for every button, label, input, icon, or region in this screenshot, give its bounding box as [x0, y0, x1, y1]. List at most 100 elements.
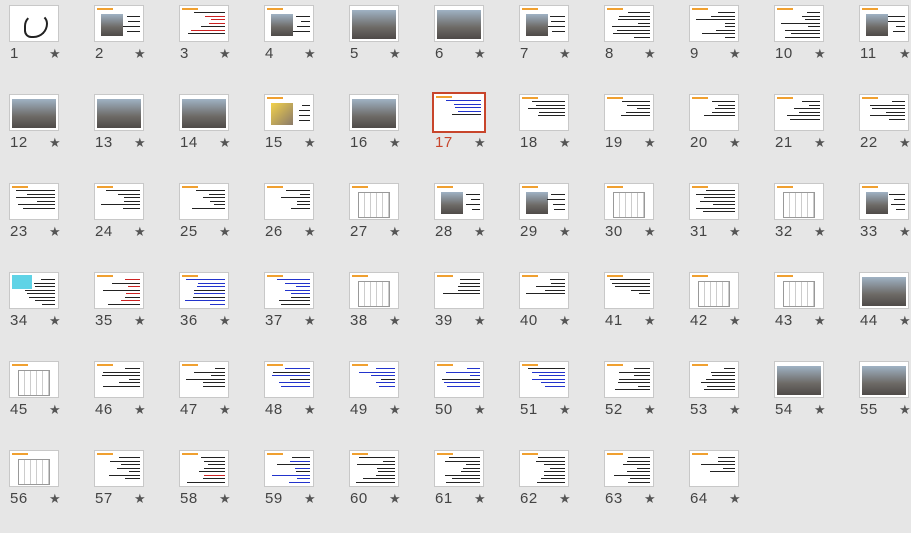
slide-thumbnail-12[interactable]: 12 ★ — [0, 89, 85, 177]
slide-preview[interactable] — [349, 272, 399, 309]
star-icon[interactable]: ★ — [729, 402, 741, 418]
slide-preview[interactable] — [94, 272, 144, 309]
star-icon[interactable]: ★ — [729, 46, 741, 62]
slide-thumbnail-37[interactable]: 37 ★ — [255, 267, 340, 355]
star-icon[interactable]: ★ — [49, 46, 61, 62]
slide-preview[interactable] — [264, 94, 314, 131]
star-icon[interactable]: ★ — [814, 313, 826, 329]
slide-thumbnail-9[interactable]: 9 ★ — [680, 0, 765, 88]
slide-preview[interactable] — [94, 450, 144, 487]
slide-preview[interactable] — [9, 272, 59, 309]
slide-preview[interactable] — [434, 5, 484, 42]
slide-thumbnail-46[interactable]: 46 ★ — [85, 356, 170, 444]
slide-thumbnail-50[interactable]: 50 ★ — [425, 356, 510, 444]
slide-thumbnail-31[interactable]: 31 ★ — [680, 178, 765, 266]
slide-preview[interactable] — [94, 94, 144, 131]
slide-preview[interactable] — [519, 272, 569, 309]
star-icon[interactable]: ★ — [899, 135, 911, 151]
slide-preview[interactable] — [689, 94, 739, 131]
slide-preview[interactable] — [179, 272, 229, 309]
star-icon[interactable]: ★ — [474, 224, 486, 240]
slide-preview[interactable] — [9, 5, 59, 42]
star-icon[interactable]: ★ — [899, 224, 911, 240]
slide-thumbnail-27[interactable]: 27 ★ — [340, 178, 425, 266]
slide-preview[interactable] — [434, 272, 484, 309]
star-icon[interactable]: ★ — [134, 135, 146, 151]
slide-preview[interactable] — [349, 183, 399, 220]
slide-thumbnail-4[interactable]: 4 ★ — [255, 0, 340, 88]
slide-preview[interactable] — [264, 361, 314, 398]
slide-thumbnail-21[interactable]: 21 ★ — [765, 89, 850, 177]
slide-preview[interactable] — [519, 450, 569, 487]
slide-thumbnail-62[interactable]: 62 ★ — [510, 445, 595, 533]
star-icon[interactable]: ★ — [559, 402, 571, 418]
slide-thumbnail-42[interactable]: 42 ★ — [680, 267, 765, 355]
slide-thumbnail-11[interactable]: 11 ★ — [850, 0, 911, 88]
star-icon[interactable]: ★ — [304, 313, 316, 329]
star-icon[interactable]: ★ — [899, 402, 911, 418]
star-icon[interactable]: ★ — [814, 135, 826, 151]
slide-preview[interactable] — [689, 5, 739, 42]
slide-preview[interactable] — [179, 183, 229, 220]
star-icon[interactable]: ★ — [474, 491, 486, 507]
star-icon[interactable]: ★ — [899, 313, 911, 329]
slide-thumbnail-13[interactable]: 13 ★ — [85, 89, 170, 177]
star-icon[interactable]: ★ — [49, 224, 61, 240]
slide-thumbnail-57[interactable]: 57 ★ — [85, 445, 170, 533]
star-icon[interactable]: ★ — [729, 491, 741, 507]
star-icon[interactable]: ★ — [49, 313, 61, 329]
star-icon[interactable]: ★ — [474, 135, 486, 151]
slide-thumbnail-45[interactable]: 45 ★ — [0, 356, 85, 444]
star-icon[interactable]: ★ — [389, 313, 401, 329]
slide-preview[interactable] — [859, 361, 909, 398]
slide-thumbnail-1[interactable]: 1 ★ — [0, 0, 85, 88]
star-icon[interactable]: ★ — [134, 491, 146, 507]
star-icon[interactable]: ★ — [814, 46, 826, 62]
slide-thumbnail-26[interactable]: 26 ★ — [255, 178, 340, 266]
slide-thumbnail-16[interactable]: 16 ★ — [340, 89, 425, 177]
star-icon[interactable]: ★ — [644, 46, 656, 62]
slide-preview[interactable] — [689, 361, 739, 398]
slide-thumbnail-28[interactable]: 28 ★ — [425, 178, 510, 266]
star-icon[interactable]: ★ — [304, 135, 316, 151]
slide-preview[interactable] — [94, 361, 144, 398]
slide-preview[interactable] — [9, 361, 59, 398]
slide-preview[interactable] — [519, 94, 569, 131]
slide-thumbnail-52[interactable]: 52 ★ — [595, 356, 680, 444]
slide-preview[interactable] — [434, 361, 484, 398]
slide-preview[interactable] — [689, 450, 739, 487]
slide-preview[interactable] — [859, 272, 909, 309]
slide-thumbnail-32[interactable]: 32 ★ — [765, 178, 850, 266]
slide-thumbnail-43[interactable]: 43 ★ — [765, 267, 850, 355]
slide-preview[interactable] — [859, 94, 909, 131]
star-icon[interactable]: ★ — [729, 135, 741, 151]
slide-preview[interactable] — [9, 94, 59, 131]
slide-preview[interactable] — [604, 450, 654, 487]
slide-thumbnail-5[interactable]: 5 ★ — [340, 0, 425, 88]
slide-preview[interactable] — [519, 5, 569, 42]
slide-thumbnail-56[interactable]: 56 ★ — [0, 445, 85, 533]
star-icon[interactable]: ★ — [389, 46, 401, 62]
slide-preview[interactable] — [349, 5, 399, 42]
slide-thumbnail-17[interactable]: 17 ★ — [425, 89, 510, 177]
slide-thumbnail-49[interactable]: 49 ★ — [340, 356, 425, 444]
star-icon[interactable]: ★ — [304, 46, 316, 62]
slide-preview[interactable] — [604, 94, 654, 131]
slide-preview[interactable] — [349, 94, 399, 131]
slide-preview[interactable] — [774, 5, 824, 42]
star-icon[interactable]: ★ — [644, 224, 656, 240]
slide-preview[interactable] — [264, 450, 314, 487]
star-icon[interactable]: ★ — [729, 224, 741, 240]
slide-preview[interactable] — [179, 5, 229, 42]
slide-thumbnail-29[interactable]: 29 ★ — [510, 178, 595, 266]
star-icon[interactable]: ★ — [814, 402, 826, 418]
slide-thumbnail-58[interactable]: 58 ★ — [170, 445, 255, 533]
slide-preview[interactable] — [432, 92, 486, 133]
slide-preview[interactable] — [434, 183, 484, 220]
slide-thumbnail-61[interactable]: 61 ★ — [425, 445, 510, 533]
star-icon[interactable]: ★ — [559, 135, 571, 151]
slide-preview[interactable] — [94, 5, 144, 42]
slide-thumbnail-35[interactable]: 35 ★ — [85, 267, 170, 355]
slide-preview[interactable] — [604, 5, 654, 42]
star-icon[interactable]: ★ — [49, 402, 61, 418]
